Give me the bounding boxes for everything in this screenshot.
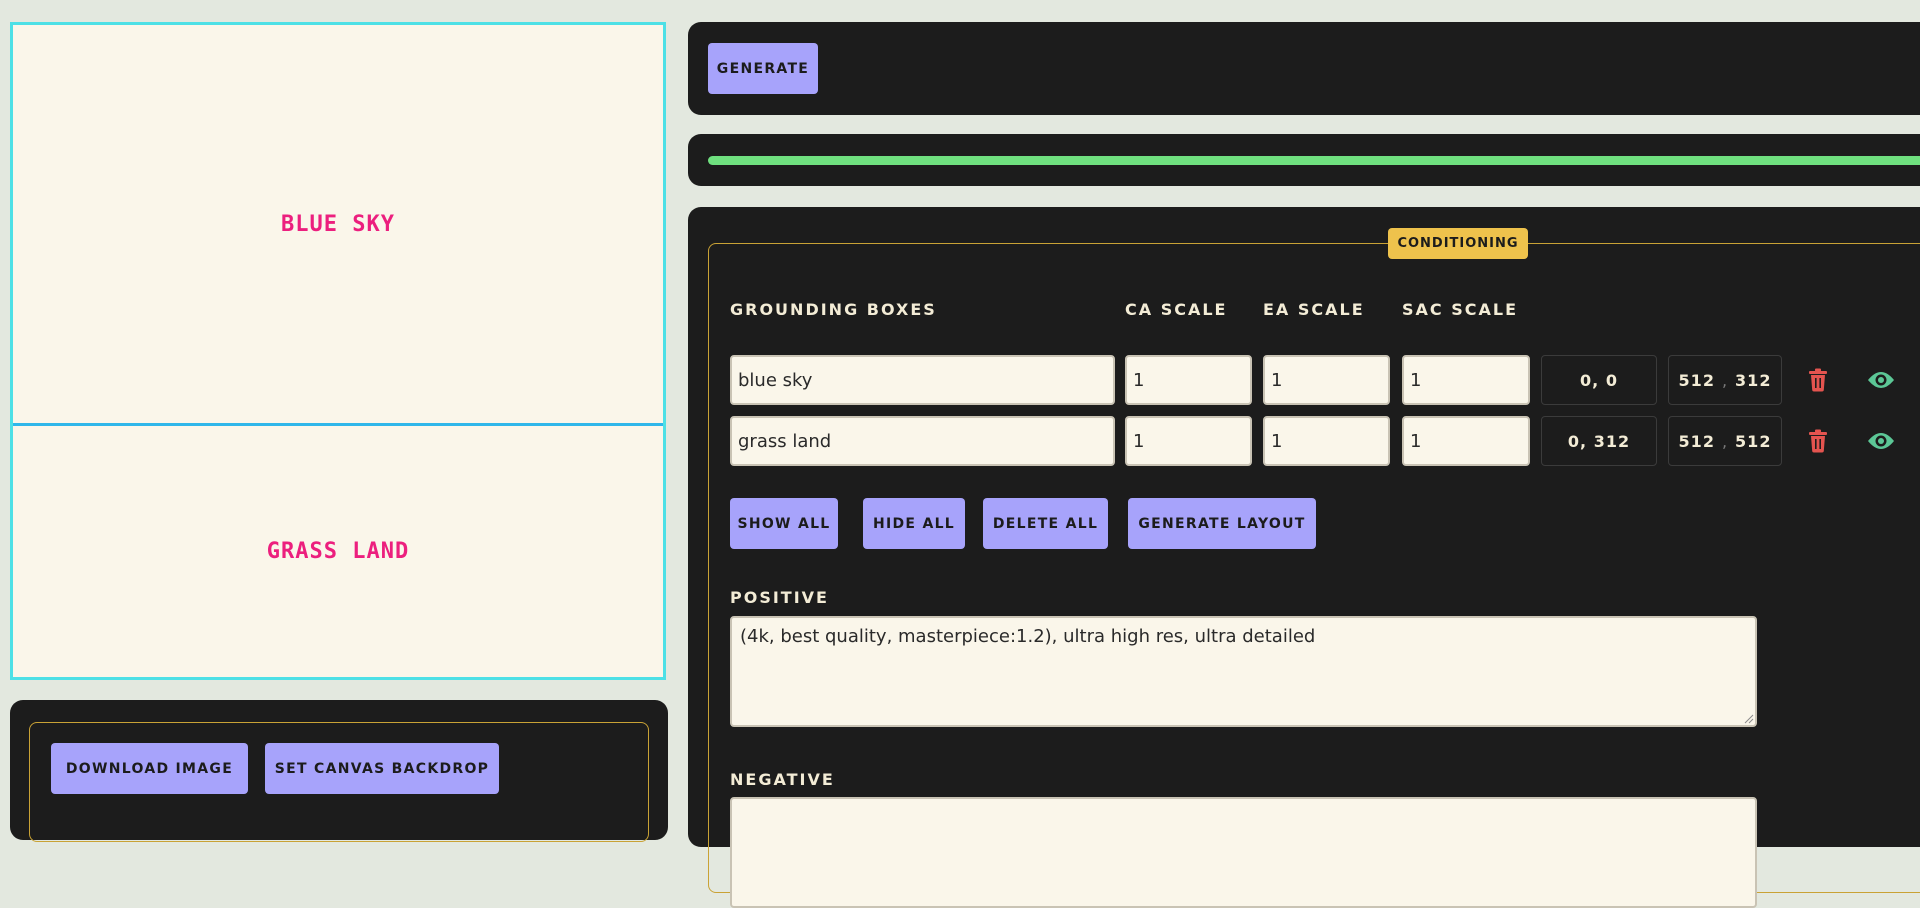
resize-grip-icon[interactable] bbox=[1744, 714, 1754, 724]
generate-button[interactable]: GENERATE bbox=[708, 43, 818, 94]
box-start-coord: 0, 312 bbox=[1541, 416, 1657, 466]
layout-canvas[interactable]: BLUE SKY GRASS LAND bbox=[10, 22, 666, 680]
positive-label: POSITIVE bbox=[730, 588, 829, 607]
download-image-button[interactable]: DOWNLOAD IMAGE bbox=[51, 743, 248, 794]
ea-scale-input[interactable] bbox=[1263, 416, 1390, 466]
box-start-coord: 0, 0 bbox=[1541, 355, 1657, 405]
ca-scale-input[interactable] bbox=[1125, 416, 1252, 466]
show-all-button[interactable]: SHOW ALL bbox=[730, 498, 838, 549]
box-start-value: 0, 312 bbox=[1567, 431, 1631, 451]
box-end-y: 312 bbox=[1735, 370, 1772, 390]
box-end-x: 512 bbox=[1678, 370, 1715, 390]
box-end-coord: 512, 312 bbox=[1668, 355, 1782, 405]
progress-bar-fill bbox=[708, 156, 1920, 165]
eye-icon[interactable] bbox=[1866, 426, 1896, 456]
conditioning-panel: CONDITIONING GROUNDING BOXES CA SCALE EA… bbox=[688, 207, 1920, 908]
grounding-prompt-input[interactable] bbox=[730, 416, 1115, 466]
sac-scale-input[interactable] bbox=[1402, 416, 1530, 466]
box-end-x: 512 bbox=[1678, 431, 1715, 451]
negative-prompt-textarea[interactable] bbox=[730, 797, 1757, 908]
grounding-box-blue-sky[interactable]: BLUE SKY bbox=[13, 25, 663, 423]
grounding-prompt-input[interactable] bbox=[730, 355, 1115, 405]
delete-all-button[interactable]: DELETE ALL bbox=[983, 498, 1108, 549]
trash-icon[interactable] bbox=[1803, 365, 1833, 395]
grounding-box-grass-land[interactable]: GRASS LAND bbox=[13, 423, 663, 677]
ea-scale-input[interactable] bbox=[1263, 355, 1390, 405]
conditioning-frame bbox=[708, 243, 1920, 893]
grounding-boxes-header: GROUNDING BOXES bbox=[730, 300, 937, 319]
eye-icon[interactable] bbox=[1866, 365, 1896, 395]
sac-scale-input[interactable] bbox=[1402, 355, 1530, 405]
ca-scale-input[interactable] bbox=[1125, 355, 1252, 405]
ca-scale-header: CA SCALE bbox=[1125, 300, 1228, 319]
generate-layout-button[interactable]: GENERATE LAYOUT bbox=[1128, 498, 1316, 549]
negative-label: NEGATIVE bbox=[730, 770, 835, 789]
generate-panel: GENERATE bbox=[688, 22, 1920, 115]
trash-icon[interactable] bbox=[1803, 426, 1833, 456]
box-end-coord: 512, 512 bbox=[1668, 416, 1782, 466]
set-canvas-backdrop-button[interactable]: SET CANVAS BACKDROP bbox=[265, 743, 499, 794]
conditioning-badge: CONDITIONING bbox=[1388, 228, 1528, 259]
box-end-y: 512 bbox=[1735, 431, 1772, 451]
box-start-value: 0, 0 bbox=[1580, 370, 1618, 390]
hide-all-button[interactable]: HIDE ALL bbox=[863, 498, 965, 549]
progress-panel bbox=[688, 134, 1920, 186]
sac-scale-header: SAC SCALE bbox=[1402, 300, 1518, 319]
box-label: GRASS LAND bbox=[266, 539, 410, 564]
positive-prompt-textarea[interactable]: (4k, best quality, masterpiece:1.2), ult… bbox=[730, 616, 1757, 727]
ea-scale-header: EA SCALE bbox=[1263, 300, 1365, 319]
box-label: BLUE SKY bbox=[281, 211, 395, 237]
download-panel: DOWNLOAD IMAGE SET CANVAS BACKDROP bbox=[10, 700, 668, 842]
progress-bar bbox=[708, 156, 1920, 165]
